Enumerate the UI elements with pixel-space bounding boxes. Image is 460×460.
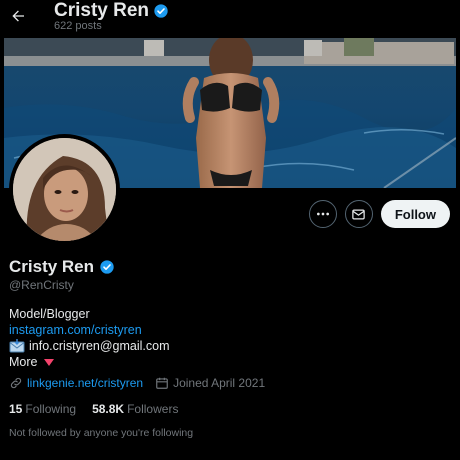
joined-date: Joined April 2021 — [173, 376, 266, 390]
follow-button[interactable]: Follow — [380, 200, 450, 228]
verified-badge-icon — [154, 4, 168, 18]
display-name: Cristy Ren — [9, 257, 95, 276]
following-stat[interactable]: 15 Following — [9, 402, 76, 416]
bio: Model/Blogger instagram.com/cristyren in… — [9, 306, 170, 370]
more-button[interactable] — [308, 200, 337, 228]
message-button[interactable] — [344, 200, 373, 228]
header-name: Cristy Ren — [54, 0, 150, 21]
header-title: Cristy Ren — [54, 0, 169, 22]
avatar-portrait — [13, 138, 116, 241]
message-icon — [352, 209, 366, 219]
envelope-emoji-icon — [9, 339, 25, 353]
top-bar: Cristy Ren 622 posts — [0, 0, 460, 38]
followers-stat[interactable]: 58.8K Followers — [92, 402, 178, 416]
bio-email: info.cristyren@gmail.com — [29, 339, 170, 353]
profile-meta: linkgenie.net/cristyren Joined April 202… — [9, 376, 265, 390]
user-handle: @RenCristy — [9, 278, 74, 292]
triangle-down-icon — [44, 358, 55, 366]
avatar-image — [13, 138, 116, 241]
link-icon — [10, 377, 22, 389]
bio-line: Model/Blogger — [9, 307, 90, 321]
following-count: 15 — [9, 402, 23, 416]
back-arrow-icon — [12, 10, 24, 22]
more-icon — [316, 212, 329, 216]
verified-badge-icon[interactable] — [99, 259, 115, 275]
follow-stats: 15 Following 58.8K Followers — [9, 402, 178, 416]
back-button[interactable] — [6, 4, 30, 28]
posts-count: 622 posts — [54, 20, 102, 32]
website-link[interactable]: linkgenie.net/cristyren — [27, 376, 143, 390]
bio-instagram-link[interactable]: instagram.com/cristyren — [9, 322, 142, 338]
followers-count: 58.8K — [92, 402, 125, 416]
bio-more-label[interactable]: More — [9, 354, 37, 370]
avatar[interactable] — [9, 134, 120, 245]
not-followed-note: Not followed by anyone you're following — [9, 427, 194, 439]
following-label: Following — [25, 402, 77, 416]
followers-label: Followers — [127, 402, 179, 416]
calendar-icon — [156, 377, 168, 389]
profile-actions: Follow — [308, 200, 450, 228]
profile-name: Cristy Ren — [9, 257, 115, 277]
